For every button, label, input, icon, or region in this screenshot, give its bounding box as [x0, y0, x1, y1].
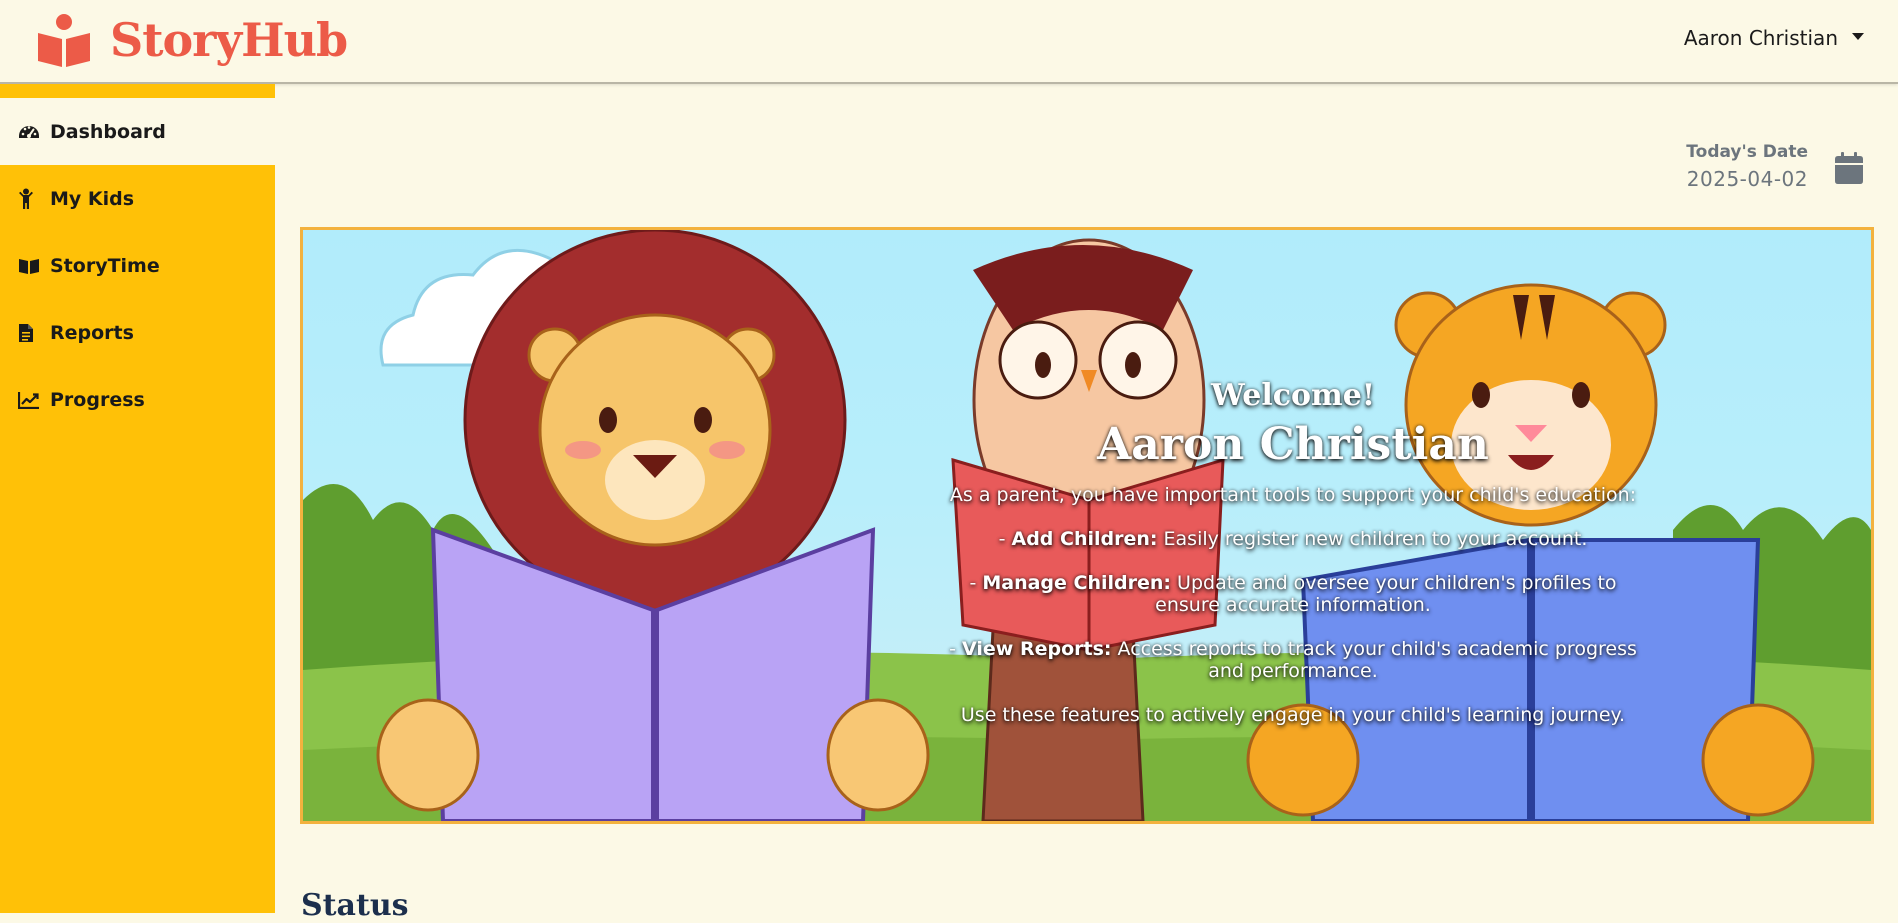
sidebar-item-progress[interactable]: Progress [0, 366, 275, 433]
calendar-icon [1835, 152, 1863, 188]
book-open-icon [18, 257, 46, 275]
banner-text: Welcome! Aaron Christian As a parent, yo… [943, 370, 1643, 726]
brand-logo[interactable]: StoryHub [36, 12, 348, 68]
sidebar: Dashboard My Kids StoryTime Reports Prog… [0, 84, 275, 913]
child-icon [18, 188, 46, 210]
feature-text: Easily register new children to your acc… [1157, 528, 1588, 550]
brand-name: StoryHub [110, 13, 348, 67]
welcome-heading: Welcome! [1210, 378, 1375, 413]
caret-down-icon [1852, 32, 1864, 40]
sidebar-item-label: StoryTime [50, 254, 160, 277]
top-navbar: StoryHub Aaron Christian [0, 0, 1898, 84]
parent-name: Aaron Christian [1097, 419, 1489, 470]
sidebar-item-label: Reports [50, 321, 134, 344]
sidebar-item-label: Progress [50, 388, 145, 411]
feature-manage-children: - Manage Children: Update and oversee yo… [943, 572, 1643, 616]
user-name: Aaron Christian [1683, 26, 1838, 50]
feature-title: View Reports: [962, 638, 1112, 660]
feature-text: Access reports to track your child's aca… [1111, 638, 1637, 682]
date-label: Today's Date [1686, 142, 1808, 162]
sidebar-item-storytime[interactable]: StoryTime [0, 232, 275, 299]
banner-closing: Use these features to actively engage in… [960, 704, 1626, 726]
feature-bullet: - [949, 638, 963, 660]
feature-view-reports: - View Reports: Access reports to track … [943, 638, 1643, 682]
chart-line-icon [18, 391, 46, 409]
file-icon [18, 323, 46, 343]
todays-date: Today's Date 2025-04-02 [1686, 142, 1808, 191]
sidebar-item-label: Dashboard [50, 120, 166, 143]
sidebar-item-label: My Kids [50, 187, 135, 210]
feature-title: Add Children: [1011, 528, 1158, 550]
sidebar-item-my-kids[interactable]: My Kids [0, 165, 275, 232]
feature-text: Update and oversee your children's profi… [1155, 572, 1617, 616]
date-value: 2025-04-02 [1686, 167, 1808, 191]
banner-description: As a parent, you have important tools to… [949, 484, 1637, 506]
reader-logo-icon [36, 13, 92, 67]
user-dropdown[interactable]: Aaron Christian [1684, 26, 1864, 50]
feature-title: Manage Children: [982, 572, 1171, 594]
gauge-icon [18, 121, 46, 143]
feature-add-children: - Add Children: Easily register new chil… [943, 528, 1643, 550]
welcome-banner: Welcome! Aaron Christian As a parent, yo… [300, 227, 1874, 824]
feature-bullet: - [998, 528, 1012, 550]
sidebar-item-dashboard[interactable]: Dashboard [0, 98, 275, 165]
status-section-title: Status [301, 888, 409, 923]
sidebar-item-reports[interactable]: Reports [0, 299, 275, 366]
feature-bullet: - [969, 572, 983, 594]
